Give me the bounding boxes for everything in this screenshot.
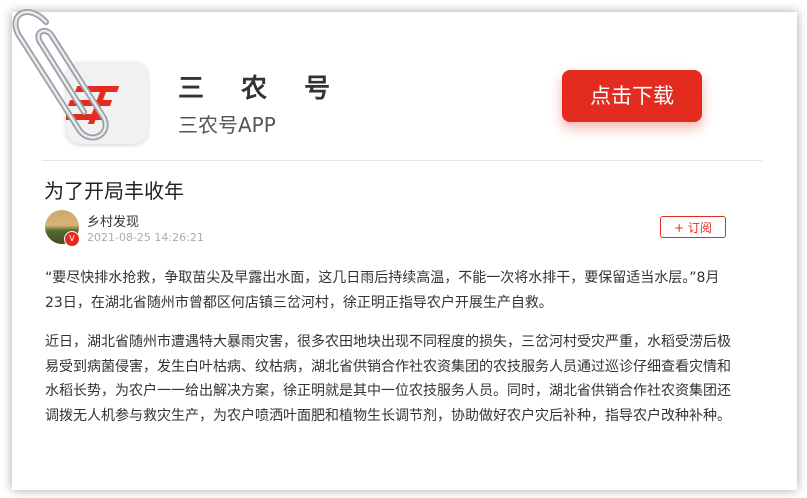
subscribe-button[interactable]: + 订阅: [660, 216, 726, 238]
article-paragraph: 近日，湖北省随州市遭遇特大暴雨灾害，很多农田地块出现不同程度的损失，三岔河村受灾…: [45, 334, 731, 424]
app-download-banner: 三 农 号 三农号APP 点击下载: [42, 56, 762, 161]
author-name[interactable]: 乡村发现: [87, 211, 139, 230]
article-paragraph: “要尽快排水抢救，争取苗尖及早露出水面，这几日雨后持续高温，不能一次将水排干，要…: [45, 270, 720, 311]
publish-time: 2021-08-25 14:26:21: [87, 231, 204, 244]
paperclip-icon: [12, 9, 109, 141]
bottom-fade: [12, 420, 797, 490]
screenshot-card: 三 农 号 三农号APP 点击下载 为了开局丰收年 V 乡村发现 2021-08…: [12, 12, 797, 490]
verified-badge-icon: V: [64, 231, 80, 247]
app-subtitle: 三农号APP: [178, 113, 276, 137]
article-title: 为了开局丰收年: [44, 179, 184, 203]
download-button[interactable]: 点击下载: [562, 70, 702, 122]
app-name: 三 农 号: [178, 74, 345, 104]
